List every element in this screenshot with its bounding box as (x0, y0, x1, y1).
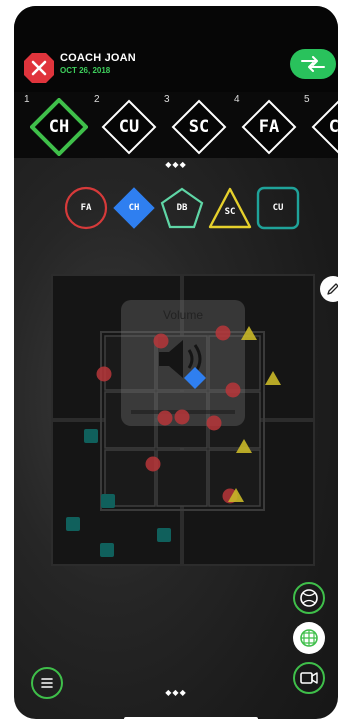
curveball-marker[interactable] (66, 517, 80, 531)
fastball-marker[interactable] (157, 410, 173, 426)
curveball-marker[interactable] (84, 429, 98, 443)
bottom-handle[interactable]: ◆◆◆ (156, 688, 196, 697)
curveball-marker[interactable] (100, 543, 114, 557)
ball-filter-button[interactable] (293, 582, 325, 614)
menu-button[interactable] (31, 667, 63, 699)
fastball-marker[interactable] (153, 333, 169, 349)
screwball-marker[interactable] (265, 371, 281, 385)
curveball-marker[interactable] (101, 494, 115, 508)
changeup-marker[interactable] (184, 367, 206, 389)
home-indicator[interactable] (124, 717, 258, 719)
grid-view-button[interactable] (293, 622, 325, 654)
fastball-marker[interactable] (174, 409, 190, 425)
menu-icon (41, 678, 53, 688)
video-button[interactable] (293, 662, 325, 694)
fastball-marker[interactable] (145, 456, 161, 472)
app-screen: COACH JOAN OCT 26, 2018 1 CH 2 CU 3 SC 4… (14, 6, 338, 719)
fastball-marker[interactable] (206, 415, 222, 431)
fastball-marker[interactable] (96, 366, 112, 382)
screwball-marker[interactable] (241, 326, 257, 340)
video-icon (300, 672, 318, 684)
curveball-marker[interactable] (157, 528, 171, 542)
fastball-marker[interactable] (215, 325, 231, 341)
pitch-markers (66, 325, 281, 557)
fastball-marker[interactable] (225, 382, 241, 398)
baseball-icon (300, 589, 318, 607)
grid-icon (300, 629, 318, 647)
screwball-marker[interactable] (236, 439, 252, 453)
